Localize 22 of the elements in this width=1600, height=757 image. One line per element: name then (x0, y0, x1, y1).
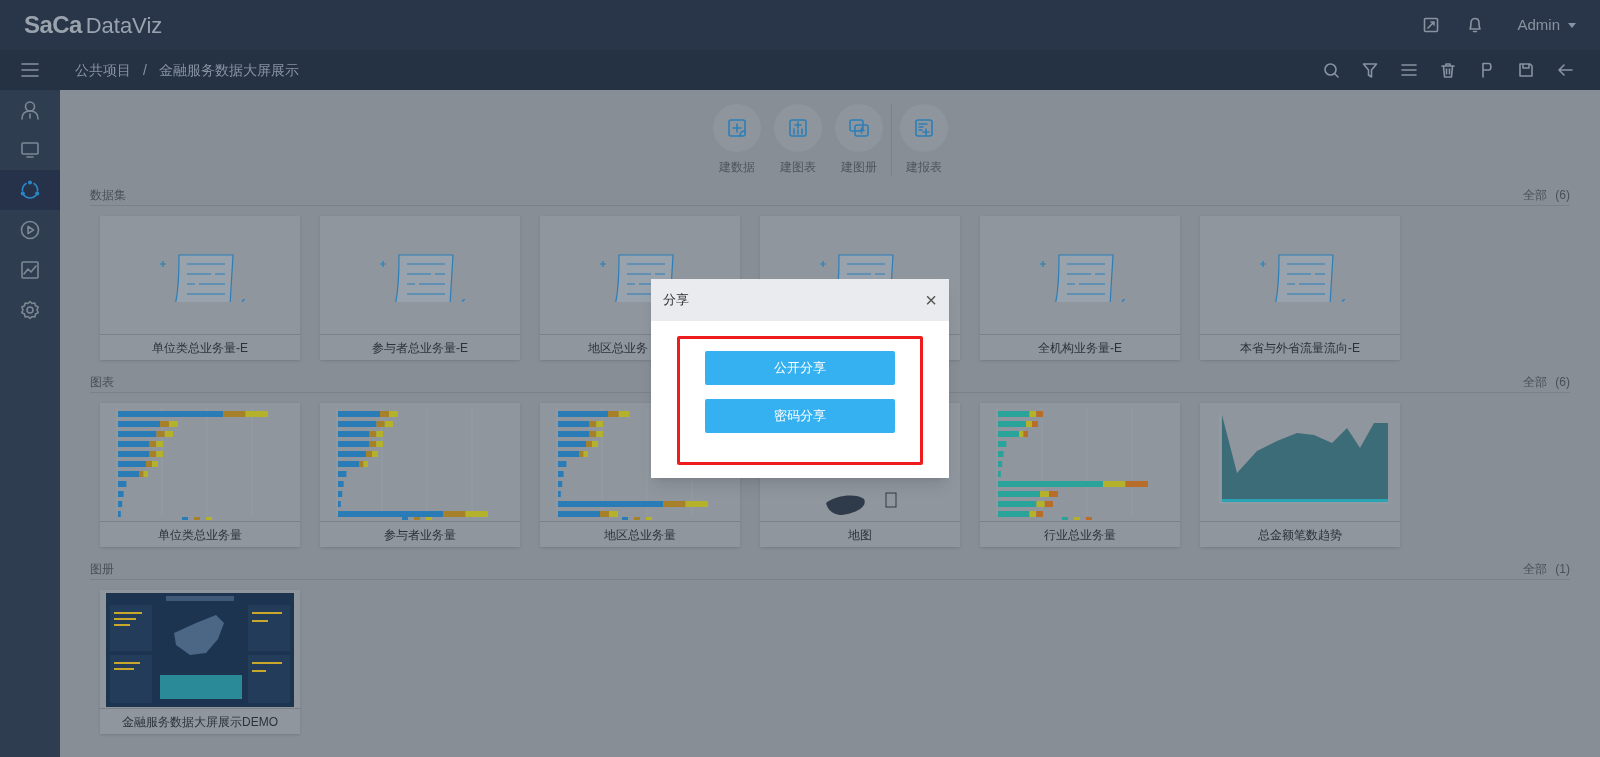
section-title: 图表 (90, 374, 114, 391)
card-title: 行业总业务量 (1044, 526, 1116, 544)
card-title: 金融服务数据大屏展示DEMO (122, 713, 278, 731)
card-title: 地区总业务量 (604, 526, 676, 544)
section-title: 数据集 (90, 187, 126, 204)
item-count: (6) (1555, 187, 1570, 204)
card-title: 单位类总业务量 (158, 526, 242, 544)
card-title: 单位类总业务量-E (152, 339, 248, 357)
card-title: 总金额笔数趋势 (1258, 526, 1342, 544)
card-title: 本省与外省流量流向-E (1240, 339, 1360, 357)
card-title: 地图 (848, 526, 872, 544)
card-title: 参与者总业务量-E (372, 339, 468, 357)
product-name: DataViz (85, 12, 163, 40)
item-count: (6) (1555, 374, 1570, 391)
card-title: 参与者业务量 (384, 526, 456, 544)
dialog-title: 分享 (663, 291, 689, 310)
item-count: (1) (1555, 561, 1570, 578)
breadcrumb-separator: / (143, 60, 147, 80)
card-title: 全机构业务量-E (1038, 339, 1122, 357)
logo-text: SaCa (24, 10, 82, 40)
section-title: 图册 (90, 561, 114, 578)
card-title: 地区总业务 (588, 339, 648, 357)
